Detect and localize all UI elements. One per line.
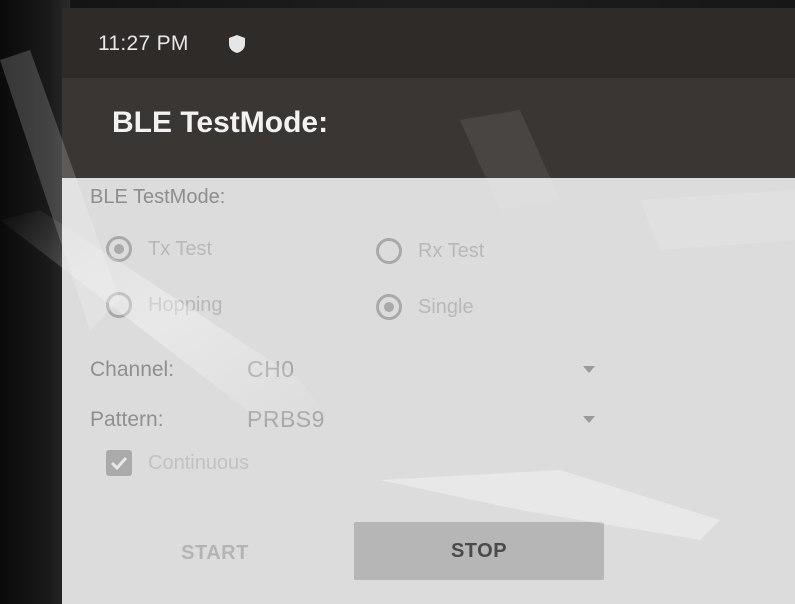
status-time: 11:27 PM: [98, 32, 189, 55]
stop-button[interactable]: STOP: [354, 522, 604, 580]
radio-tx-test[interactable]: Tx Test: [106, 236, 212, 262]
radio-label-single: Single: [418, 295, 474, 318]
radio-hopping[interactable]: Hopping: [106, 292, 223, 318]
radio-checked-icon: [376, 294, 402, 320]
phone-screen: 11:27 PM BLE TestMode: BLE TestMode: Tx …: [62, 8, 795, 604]
app-bar: BLE TestMode:: [62, 78, 795, 178]
radio-checked-icon: [106, 236, 132, 262]
radio-label-hopping: Hopping: [148, 293, 223, 316]
continuous-checkbox[interactable]: Continuous: [106, 450, 249, 476]
radio-rx-test[interactable]: Rx Test: [376, 238, 484, 264]
continuous-label: Continuous: [148, 451, 250, 474]
section-label: BLE TestMode:: [90, 186, 226, 208]
chevron-down-icon[interactable]: [583, 416, 595, 423]
checkbox-checked-icon: [106, 450, 132, 476]
status-bar: 11:27 PM: [62, 8, 795, 78]
radio-unchecked-icon: [106, 292, 132, 318]
channel-dropdown[interactable]: CH0: [247, 356, 295, 383]
pattern-label: Pattern:: [90, 408, 164, 431]
pattern-dropdown[interactable]: PRBS9: [247, 406, 325, 433]
device-bezel: [0, 0, 70, 604]
chevron-down-icon[interactable]: [583, 366, 595, 373]
pattern-row: Pattern: PRBS9: [90, 400, 610, 440]
device-photo: 11:27 PM BLE TestMode: BLE TestMode: Tx …: [0, 0, 795, 604]
shield-icon: [228, 34, 246, 54]
radio-label-rx-test: Rx Test: [418, 239, 485, 262]
radio-label-tx-test: Tx Test: [148, 237, 213, 260]
radio-unchecked-icon: [376, 238, 402, 264]
start-button[interactable]: START: [110, 524, 320, 582]
radio-single[interactable]: Single: [376, 294, 474, 320]
channel-label: Channel:: [90, 358, 175, 381]
app-title: BLE TestMode:: [112, 106, 329, 139]
channel-row: Channel: CH0: [90, 350, 610, 390]
test-mode-form: BLE TestMode: Tx Test Rx Test Hopping Si…: [62, 178, 795, 604]
